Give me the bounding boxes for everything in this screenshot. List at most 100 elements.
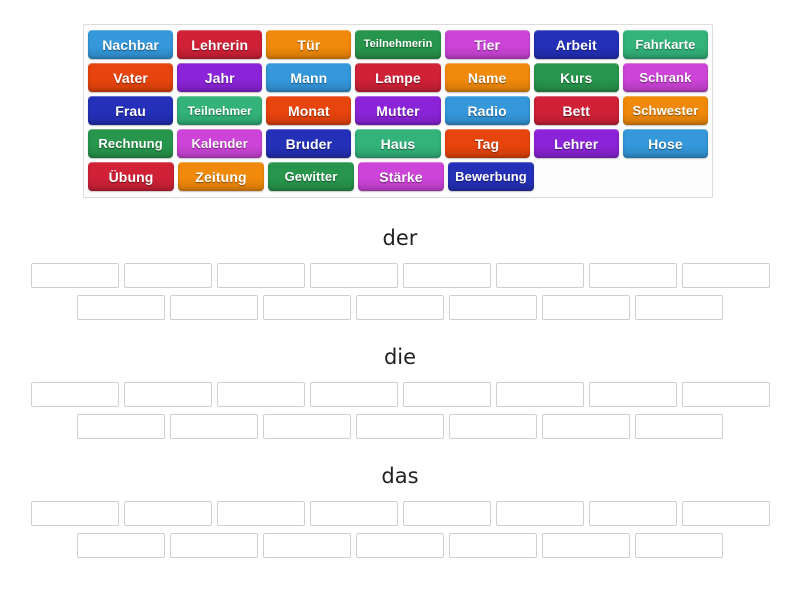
drop-slot-row [0,382,800,407]
drop-slot-row [0,263,800,288]
word-tile[interactable]: Gewitter [268,162,354,191]
drop-slot[interactable] [588,263,677,288]
drop-slot[interactable] [681,382,770,407]
word-tile[interactable]: Bett [533,96,619,125]
drop-slot[interactable] [263,533,351,558]
word-tile[interactable]: Tier [444,30,530,59]
category-title-der: der [382,226,418,250]
drop-slot[interactable] [170,533,258,558]
drop-zone-group-das [0,501,800,558]
word-tile[interactable]: Haus [355,129,441,158]
word-tile-row: Rechnung Kalender Bruder Haus Tag Lehrer Hose [88,129,708,158]
drop-slot[interactable] [263,295,351,320]
drop-slot[interactable] [402,382,491,407]
drop-slot[interactable] [77,414,165,439]
drop-slot[interactable] [449,295,537,320]
word-tile[interactable]: Stärke [358,162,444,191]
word-tile[interactable]: Kalender [177,129,263,158]
word-bank: Nachbar Lehrerin Tür Teilnehmerin Tier Arbeit… [83,24,713,198]
drop-slot[interactable] [588,501,677,526]
word-tile[interactable]: Jahr [177,63,263,92]
drop-zone-group-der [0,263,800,320]
category-title-das: das [381,464,419,488]
word-tile-row: Nachbar Lehrerin Tür Teilnehmerin Tier Arbeit… [88,30,708,59]
category-section-die: die [0,347,800,439]
category-title-die: die [383,345,417,369]
drop-slot[interactable] [449,533,537,558]
drop-slot[interactable] [356,414,444,439]
drop-slot[interactable] [30,263,119,288]
drop-slot[interactable] [495,501,584,526]
word-tile[interactable]: Monat [266,96,352,125]
drop-slot[interactable] [30,501,119,526]
drop-slot[interactable] [216,382,305,407]
drop-slot[interactable] [309,263,398,288]
drop-slot[interactable] [30,382,119,407]
word-tile[interactable]: Radio [444,96,530,125]
word-tile[interactable]: Arbeit [533,30,619,59]
category-section-der: der [0,228,800,320]
drop-slot[interactable] [495,263,584,288]
drop-slot[interactable] [635,295,723,320]
drop-slot[interactable] [216,501,305,526]
drop-slot[interactable] [123,501,212,526]
word-tile[interactable]: Mann [266,63,352,92]
word-tile[interactable]: Teilnehmerin [355,30,441,59]
drop-slot-row [0,533,800,558]
drop-slot[interactable] [588,382,677,407]
word-tile[interactable]: Schrank [622,63,708,92]
drop-slot[interactable] [77,295,165,320]
word-tile[interactable]: Teilnehmer [177,96,263,125]
drop-slot[interactable] [402,263,491,288]
word-tile[interactable]: Hose [622,129,708,158]
category-section-das: das [0,466,800,558]
word-tile[interactable]: Kurs [533,63,619,92]
drop-slot[interactable] [356,533,444,558]
word-tile[interactable]: Lehrerin [177,30,263,59]
word-tile[interactable]: Vater [88,63,174,92]
word-tile[interactable]: Bruder [266,129,352,158]
word-tile-row: Frau Teilnehmer Monat Mutter Radio Bett Schwes… [88,96,708,125]
drop-slot[interactable] [635,533,723,558]
word-tile[interactable]: Tür [266,30,352,59]
word-tile[interactable]: Name [444,63,530,92]
drop-slot[interactable] [402,501,491,526]
drop-slot[interactable] [495,382,584,407]
word-tile[interactable]: Frau [88,96,174,125]
activity-canvas: Nachbar Lehrerin Tür Teilnehmerin Tier Arbeit… [0,0,800,600]
word-tile[interactable]: Tag [444,129,530,158]
drop-slot[interactable] [542,414,630,439]
drop-slot[interactable] [309,501,398,526]
drop-zone-group-die [0,382,800,439]
drop-slot-row [0,295,800,320]
drop-slot[interactable] [356,295,444,320]
word-tile[interactable]: Rechnung [88,129,174,158]
drop-slot-row [0,414,800,439]
drop-slot[interactable] [170,414,258,439]
drop-slot[interactable] [542,295,630,320]
word-tile[interactable]: Zeitung [178,162,264,191]
drop-slot[interactable] [635,414,723,439]
drop-slot[interactable] [216,263,305,288]
drop-slot[interactable] [170,295,258,320]
drop-slot[interactable] [542,533,630,558]
word-tile[interactable]: Fahrkarte [622,30,708,59]
drop-slot[interactable] [123,263,212,288]
word-tile[interactable]: Mutter [355,96,441,125]
drop-slot[interactable] [309,382,398,407]
drop-slot[interactable] [681,501,770,526]
drop-slot[interactable] [263,414,351,439]
drop-slot[interactable] [449,414,537,439]
word-tile[interactable]: Schwester [622,96,708,125]
word-tile[interactable]: Übung [88,162,174,191]
word-tile-row: Übung Zeitung Gewitter Stärke Bewerbung [88,162,708,191]
word-tile[interactable]: Bewerbung [448,162,534,191]
word-tile-row: Vater Jahr Mann Lampe Name Kurs Schrank [88,63,708,92]
drop-slot-row [0,501,800,526]
word-tile[interactable]: Lampe [355,63,441,92]
drop-slot[interactable] [123,382,212,407]
word-tile[interactable]: Lehrer [533,129,619,158]
drop-slot[interactable] [681,263,770,288]
drop-slot[interactable] [77,533,165,558]
word-tile[interactable]: Nachbar [88,30,174,59]
